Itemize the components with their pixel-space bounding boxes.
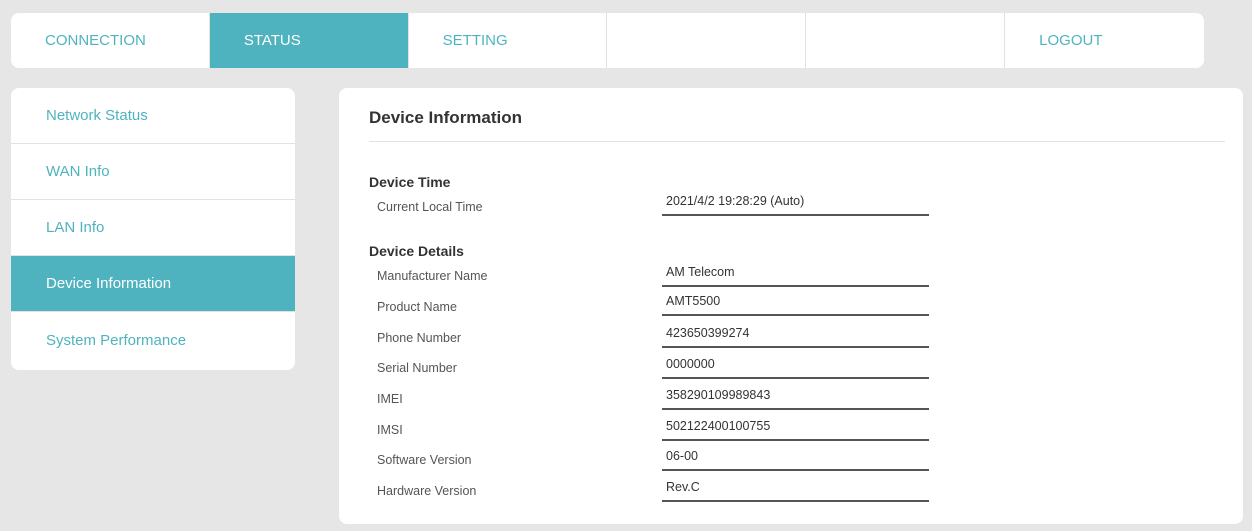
label-current-local-time: Current Local Time xyxy=(377,200,483,214)
tab-empty-1 xyxy=(607,13,807,68)
value-phone-number: 423650399274 xyxy=(662,322,929,348)
value-imei: 358290109989843 xyxy=(662,384,929,410)
tab-empty-2 xyxy=(806,13,1006,68)
device-information-panel: Device Information Device Time Current L… xyxy=(339,88,1243,524)
sidebar-item-lan-info[interactable]: LAN Info xyxy=(11,200,295,256)
sidebar-item-network-status[interactable]: Network Status xyxy=(11,88,295,144)
value-serial-number: 0000000 xyxy=(662,353,929,379)
page-title: Device Information xyxy=(369,108,523,127)
label-serial-number: Serial Number xyxy=(377,361,457,375)
label-hardware-version: Hardware Version xyxy=(377,484,477,498)
label-phone-number: Phone Number xyxy=(377,331,462,345)
label-software-version: Software Version xyxy=(377,453,472,467)
label-imei: IMEI xyxy=(377,392,403,406)
top-navigation: CONNECTION STATUS SETTING LOGOUT xyxy=(11,13,1204,68)
tab-logout[interactable]: LOGOUT xyxy=(1005,13,1204,68)
section-device-time: Device Time xyxy=(369,174,451,190)
label-imsi: IMSI xyxy=(377,423,403,437)
label-product-name: Product Name xyxy=(377,300,457,314)
tab-status[interactable]: STATUS xyxy=(209,13,409,68)
tab-setting[interactable]: SETTING xyxy=(409,13,608,68)
section-device-details: Device Details xyxy=(369,243,464,259)
sidebar-item-device-information[interactable]: Device Information xyxy=(11,256,295,312)
value-current-local-time: 2021/4/2 19:28:29 (Auto) xyxy=(662,190,929,216)
value-hardware-version: Rev.C xyxy=(662,476,929,502)
value-product-name: AMT5500 xyxy=(662,290,929,316)
value-software-version: 06-00 xyxy=(662,445,929,471)
value-imsi: 502122400100755 xyxy=(662,415,929,441)
sidebar-item-system-performance[interactable]: System Performance xyxy=(11,312,295,368)
sidebar-item-wan-info[interactable]: WAN Info xyxy=(11,144,295,200)
value-manufacturer-name: AM Telecom xyxy=(662,261,929,287)
label-manufacturer-name: Manufacturer Name xyxy=(377,269,488,283)
sidebar: Network Status WAN Info LAN Info Device … xyxy=(11,88,295,370)
tab-connection[interactable]: CONNECTION xyxy=(11,13,210,68)
title-divider xyxy=(369,141,1225,142)
